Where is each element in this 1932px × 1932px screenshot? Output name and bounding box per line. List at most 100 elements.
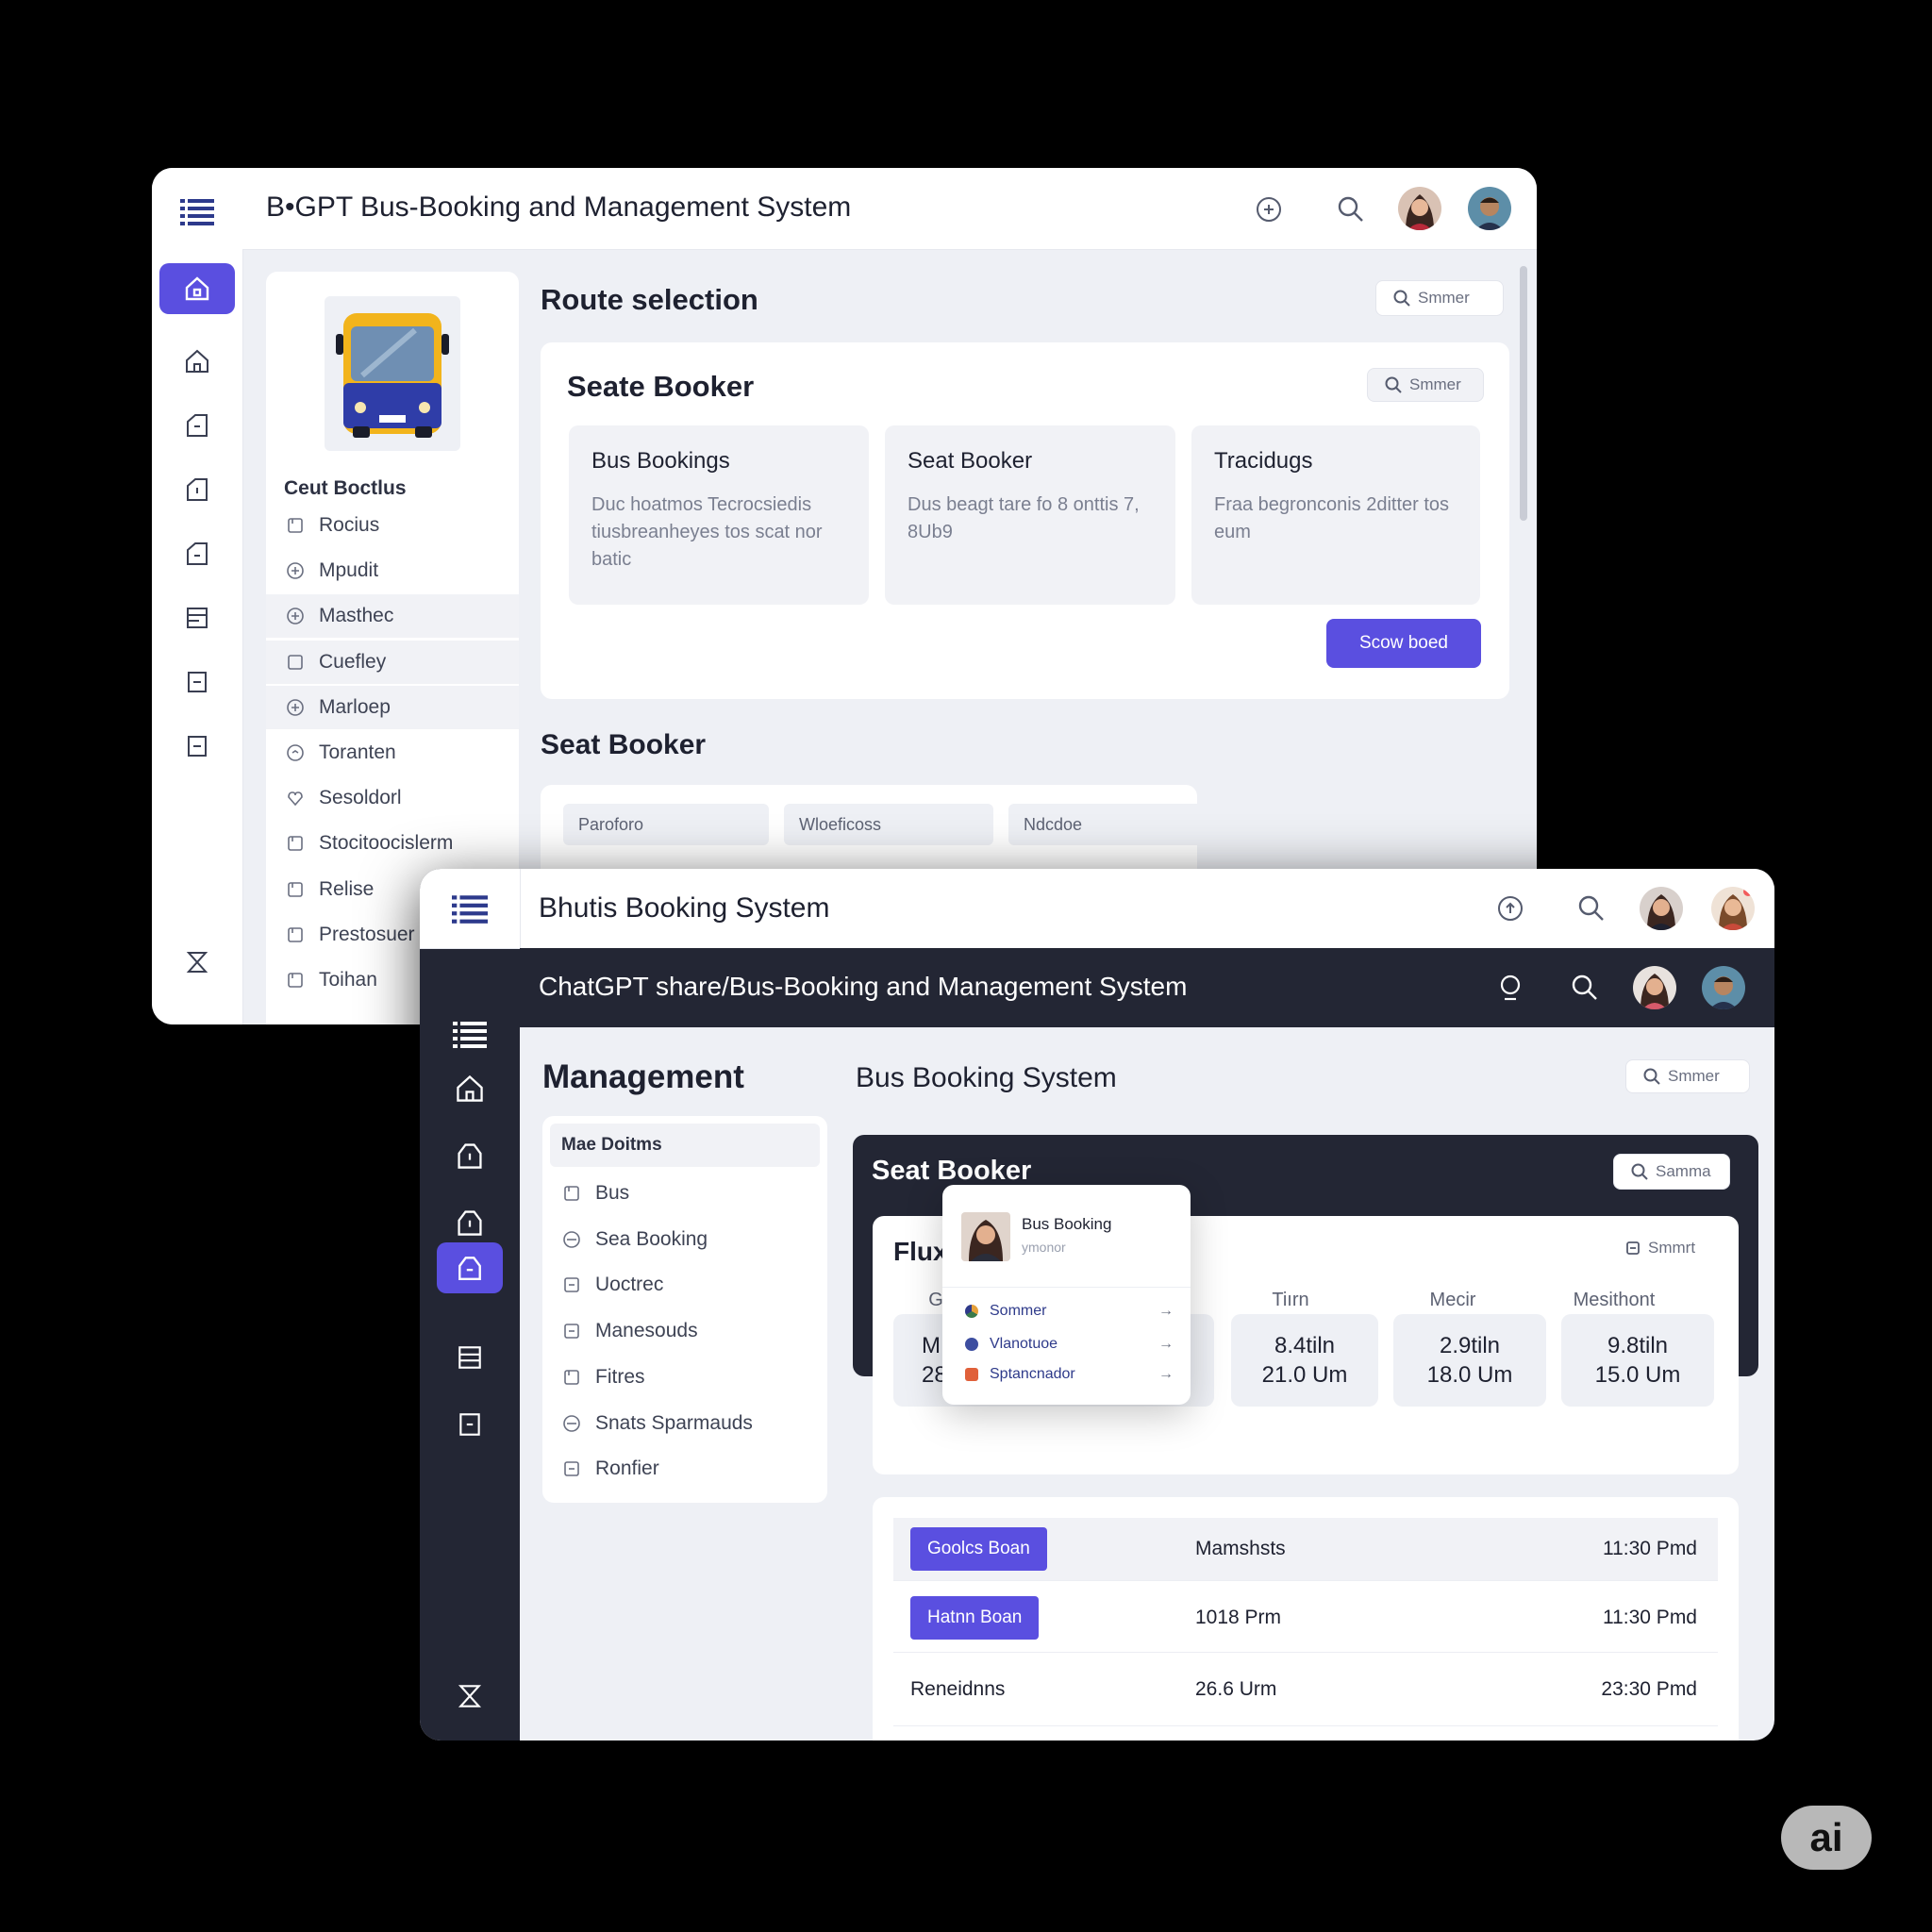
ai-badge: ai	[1781, 1806, 1872, 1870]
column-header: Tiırn	[1272, 1290, 1309, 1310]
stat-value: 9.8tiln	[1607, 1333, 1669, 1358]
avatar[interactable]	[1633, 966, 1676, 1009]
search-icon[interactable]	[1332, 191, 1370, 228]
package-icon[interactable]	[174, 466, 221, 513]
clock-icon	[285, 742, 306, 763]
panel-list-label: Cuefley	[319, 650, 387, 673]
popup-item[interactable]: Vlanotuoe →	[965, 1330, 1174, 1358]
table-header: Paroforo	[563, 804, 769, 845]
avatar[interactable]	[1702, 966, 1745, 1009]
home-icon[interactable]	[159, 263, 235, 314]
avatar	[961, 1212, 1010, 1261]
minus-circle-icon	[561, 1413, 582, 1434]
notification-icon[interactable]	[1491, 969, 1529, 1007]
status-button[interactable]: Goolcs Boan	[910, 1527, 1047, 1571]
tile-desc: Dus beagt tare fo 8 onttis 7, 8Ub9	[908, 494, 1140, 542]
table-cell: 23:30 Pmd	[1601, 1678, 1697, 1700]
package-active-icon[interactable]	[437, 1242, 503, 1293]
tile-bus-bookings[interactable]: Bus Bookings Duc hoatmos Tecrocsiedis ti…	[569, 425, 869, 605]
tile-title: Tracidugs	[1214, 448, 1313, 474]
table-header: Ndcdoe	[1008, 804, 1205, 845]
search-button[interactable]: Smmer	[1375, 280, 1504, 316]
management-list-label: Sea Booking	[595, 1227, 708, 1250]
panel-list-item[interactable]: Stocitoocislerm	[266, 822, 519, 865]
table-cell: 11:30 Pmd	[1602, 1607, 1697, 1628]
tile-tracings[interactable]: Tracidugs Fraa begronconis 2ditter tos e…	[1191, 425, 1480, 605]
panel-list-item[interactable]: Marloep	[266, 685, 519, 729]
popup-item[interactable]: Sptancnador →	[965, 1360, 1174, 1389]
add-circle-icon[interactable]	[1250, 191, 1288, 228]
package-icon[interactable]	[446, 1199, 493, 1246]
palette-icon	[965, 1305, 978, 1318]
plus-circle-icon	[285, 606, 306, 626]
seat-booker-search[interactable]: Samma	[1613, 1154, 1730, 1190]
arrow-right-icon: →	[1158, 1336, 1174, 1352]
stat-value: 8.4tiln	[1274, 1333, 1336, 1358]
package-icon[interactable]	[174, 402, 221, 449]
management-list-item[interactable]: Bus	[542, 1173, 827, 1214]
table-row[interactable]: Goolcs Boan Mamshsts 11:30 Pmd	[893, 1518, 1718, 1581]
menu-icon[interactable]	[420, 869, 521, 948]
upload-circle-icon[interactable]	[1491, 890, 1529, 927]
doc-icon	[561, 1183, 582, 1204]
avatar[interactable]	[1711, 887, 1755, 930]
management-list-item[interactable]: Ronfier	[542, 1448, 827, 1490]
minus-box-icon[interactable]	[174, 658, 221, 706]
scrollbar[interactable]	[1520, 266, 1527, 521]
management-list-item[interactable]: Snats Sparmauds	[542, 1403, 827, 1444]
top-bar-dark: ChatGPT share/Bus-Booking and Management…	[520, 948, 1774, 1027]
collapse-icon[interactable]	[446, 1673, 493, 1720]
main-title: Bus Booking System	[856, 1062, 1117, 1093]
panel-list-item[interactable]: Sesoldorl	[266, 776, 519, 820]
status-button[interactable]: Hatnn Boan	[910, 1596, 1040, 1640]
minus-box-icon[interactable]	[446, 1401, 493, 1448]
panel-list-item[interactable]: Mpudit	[266, 549, 519, 592]
management-list-label: Snats Sparmauds	[595, 1411, 753, 1434]
tile-seat-booker[interactable]: Seat Booker Dus beagt tare fo 8 onttis 7…	[885, 425, 1175, 605]
plus-circle-icon	[285, 697, 306, 718]
search-icon[interactable]	[1566, 969, 1604, 1007]
flux-search[interactable]: Smmrt	[1625, 1239, 1695, 1257]
management-list-item[interactable]: Manesouds	[542, 1310, 827, 1352]
collapse-icon[interactable]	[174, 939, 221, 986]
package-icon[interactable]	[446, 1132, 493, 1179]
doc-icon	[285, 879, 306, 900]
tile-title: Bus Bookings	[591, 448, 730, 474]
minus-box-icon[interactable]	[174, 723, 221, 770]
home-icon[interactable]	[446, 1065, 493, 1112]
table-icon[interactable]	[446, 1334, 493, 1381]
doc-icon	[285, 833, 306, 854]
show-board-button[interactable]: Scow boed	[1326, 619, 1481, 668]
table-row[interactable]: Reneidnns 26.6 Urm 23:30 Pmd	[893, 1654, 1718, 1726]
avatar[interactable]	[1640, 887, 1683, 930]
heart-icon	[285, 788, 306, 808]
panel-list-item[interactable]: Cuefley	[266, 640, 519, 684]
popup-item-label: Sptancnador	[990, 1366, 1075, 1382]
management-list-item[interactable]: Fitres	[542, 1357, 827, 1398]
management-list-item[interactable]: Sea Booking	[542, 1219, 827, 1260]
panel-list-item[interactable]: Rocius	[266, 504, 519, 547]
management-list-item[interactable]: Uoctrec	[542, 1264, 827, 1306]
notification-dot	[1743, 887, 1753, 896]
package-icon[interactable]	[174, 530, 221, 577]
panel-list-label: Prestosuer	[319, 923, 415, 945]
minus-circle-icon	[561, 1229, 582, 1250]
avatar[interactable]	[1398, 187, 1441, 230]
menu-icon[interactable]	[446, 1010, 493, 1058]
table-cell: Goolcs Boan	[893, 1527, 1195, 1571]
card-search-button[interactable]: Smmer	[1367, 368, 1484, 402]
panel-list-label: Sesoldorl	[319, 787, 402, 809]
plus-circle-icon	[285, 560, 306, 581]
search-button[interactable]: Smmer	[1625, 1059, 1750, 1093]
doc-icon	[285, 970, 306, 991]
panel-list-item[interactable]: Masthec	[266, 594, 519, 639]
table-icon[interactable]	[174, 594, 221, 641]
stat-value: 2.9tiln	[1439, 1333, 1501, 1358]
table-row[interactable]: Hatnn Boan 1018 Prm 11:30 Pmd	[893, 1584, 1718, 1653]
menu-icon[interactable]	[174, 188, 221, 235]
popup-item[interactable]: Sommer →	[965, 1297, 1174, 1325]
avatar[interactable]	[1468, 187, 1511, 230]
home-outline-icon[interactable]	[174, 338, 221, 385]
search-icon[interactable]	[1573, 890, 1610, 927]
panel-list-item[interactable]: Toranten	[266, 731, 519, 774]
